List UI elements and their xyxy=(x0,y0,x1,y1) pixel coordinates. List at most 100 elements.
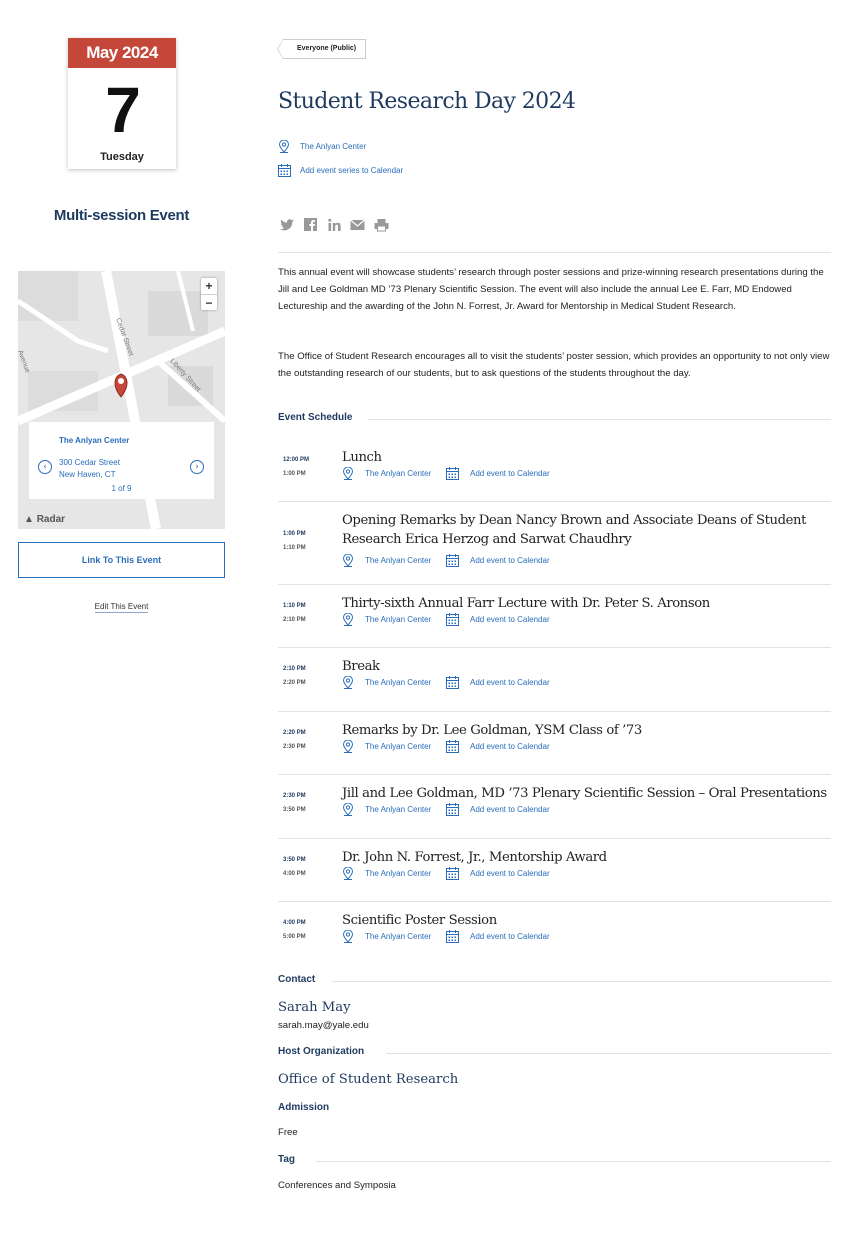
popup-count: 1 of 9 xyxy=(111,484,132,493)
session-location-label: The Anlyan Center xyxy=(365,742,432,751)
session-title: Jill and Lee Goldman, MD ’73 Plenary Sci… xyxy=(342,786,827,801)
session-title: Break xyxy=(342,659,380,674)
tag-heading: Tag xyxy=(278,1154,296,1165)
session-location-label: The Anlyan Center xyxy=(365,469,432,478)
date-day: 7 xyxy=(105,74,141,146)
divider xyxy=(278,252,831,253)
session-divider xyxy=(278,501,831,502)
calendar-icon xyxy=(446,867,459,880)
location-pin-icon xyxy=(342,867,354,880)
location-pin-icon xyxy=(342,930,354,943)
location-pin-icon xyxy=(342,740,354,753)
zoom-out-button[interactable]: − xyxy=(201,294,217,310)
twitter-icon[interactable] xyxy=(280,218,295,232)
popup-address-line2: New Haven, CT xyxy=(59,470,116,479)
calendar-icon xyxy=(278,164,291,177)
session-location-label: The Anlyan Center xyxy=(365,869,432,878)
calendar-icon xyxy=(446,613,459,626)
session-end-time: 5:00 PM xyxy=(283,934,306,940)
location-pin-icon xyxy=(342,554,354,567)
session-location-label: The Anlyan Center xyxy=(365,678,432,687)
calendar-icon xyxy=(446,554,459,567)
session-title: Lunch xyxy=(342,450,382,465)
session-start-time: 1:10 PM xyxy=(283,603,306,609)
session-start-time: 2:30 PM xyxy=(283,793,306,799)
map-popup: ‹ The Anlyan Center 300 Cedar Street New… xyxy=(29,422,214,499)
session-add-label: Add event to Calendar xyxy=(470,556,550,565)
contact-name: Sarah May xyxy=(278,1000,351,1015)
radar-logo-icon: ▲ xyxy=(24,514,34,525)
session-title: Dr. John N. Forrest, Jr., Mentorship Awa… xyxy=(342,850,607,865)
session-add-label: Add event to Calendar xyxy=(470,742,550,751)
tag-value[interactable]: Conferences and Symposia xyxy=(278,1180,396,1192)
session-title: Scientific Poster Session xyxy=(342,913,497,928)
date-badge: May 2024 7 Tuesday xyxy=(68,38,176,169)
calendar-icon xyxy=(446,930,459,943)
print-icon[interactable] xyxy=(374,218,389,232)
calendar-icon xyxy=(446,740,459,753)
session-location-label: The Anlyan Center xyxy=(365,615,432,624)
event-location-label: The Anlyan Center xyxy=(300,142,367,151)
link-to-event-button[interactable]: Link To This Event xyxy=(18,542,225,578)
calendar-icon xyxy=(446,676,459,689)
session-end-time: 1:10 PM xyxy=(283,545,306,551)
session-start-time: 4:00 PM xyxy=(283,920,306,926)
map-attribution[interactable]: ▲ Radar xyxy=(24,515,65,525)
edit-event-link[interactable]: Edit This Event xyxy=(94,602,149,613)
location-pin-icon xyxy=(342,467,354,480)
session-start-time: 1:00 PM xyxy=(283,531,306,537)
location-map[interactable]: Cedar Street Liberty Street Avenue + − ‹… xyxy=(18,271,225,529)
session-location-label: The Anlyan Center xyxy=(365,556,432,565)
session-location-label: The Anlyan Center xyxy=(365,805,432,814)
session-start-time: 12:00 PM xyxy=(283,457,310,463)
location-pin-icon xyxy=(342,803,354,816)
session-end-time: 2:20 PM xyxy=(283,680,306,686)
session-add-label: Add event to Calendar xyxy=(470,932,550,941)
email-icon[interactable] xyxy=(350,218,366,232)
admission-value: Free xyxy=(278,1127,298,1138)
event-type-label: Multi-session Event xyxy=(53,207,190,224)
popup-next-button[interactable]: › xyxy=(190,460,204,474)
schedule-heading-rule xyxy=(368,419,831,420)
zoom-controls: + − xyxy=(201,278,217,310)
calendar-icon xyxy=(446,467,459,480)
date-weekday: Tuesday xyxy=(100,151,144,163)
popup-location-name[interactable]: The Anlyan Center xyxy=(59,437,129,445)
session-add-label: Add event to Calendar xyxy=(470,615,550,624)
host-heading-rule xyxy=(386,1053,831,1054)
add-series-label: Add event series to Calendar xyxy=(300,166,404,175)
zoom-in-button[interactable]: + xyxy=(201,278,217,294)
session-add-label: Add event to Calendar xyxy=(470,805,550,814)
map-attribution-label: Radar xyxy=(36,514,66,525)
session-title: Remarks by Dr. Lee Goldman, YSM Class of… xyxy=(342,723,642,738)
session-divider xyxy=(278,711,831,712)
share-bar xyxy=(280,216,393,234)
session-divider xyxy=(278,901,831,902)
popup-prev-button[interactable]: ‹ xyxy=(38,460,52,474)
facebook-icon[interactable] xyxy=(303,217,318,232)
session-end-time: 2:10 PM xyxy=(283,617,306,623)
audience-badge: Everyone (Public) xyxy=(276,39,367,59)
contact-heading-rule xyxy=(332,981,831,982)
host-heading: Host Organization xyxy=(278,1046,365,1057)
session-divider xyxy=(278,838,831,839)
popup-address-line1: 300 Cedar Street xyxy=(59,458,120,467)
location-pin-icon xyxy=(342,676,354,689)
session-location-label: The Anlyan Center xyxy=(365,932,432,941)
session-add-label: Add event to Calendar xyxy=(470,469,550,478)
session-end-time: 3:50 PM xyxy=(283,807,306,813)
contact-email[interactable]: sarah.may@yale.edu xyxy=(278,1020,369,1032)
description-paragraph-2: The Office of Student Research encourage… xyxy=(278,351,830,379)
calendar-icon xyxy=(446,803,459,816)
session-divider xyxy=(278,584,831,585)
session-divider xyxy=(278,647,831,648)
date-month-year: May 2024 xyxy=(68,38,176,68)
session-title: Opening Remarks by Dean Nancy Brown and … xyxy=(342,513,807,547)
event-title: Student Research Day 2024 xyxy=(278,89,576,114)
contact-heading: Contact xyxy=(278,974,316,985)
host-organization-link[interactable]: Office of Student Research xyxy=(278,1071,458,1089)
linkedin-icon[interactable] xyxy=(327,218,342,232)
session-end-time: 2:30 PM xyxy=(283,744,306,750)
session-add-label: Add event to Calendar xyxy=(470,678,550,687)
session-start-time: 2:20 PM xyxy=(283,730,306,736)
